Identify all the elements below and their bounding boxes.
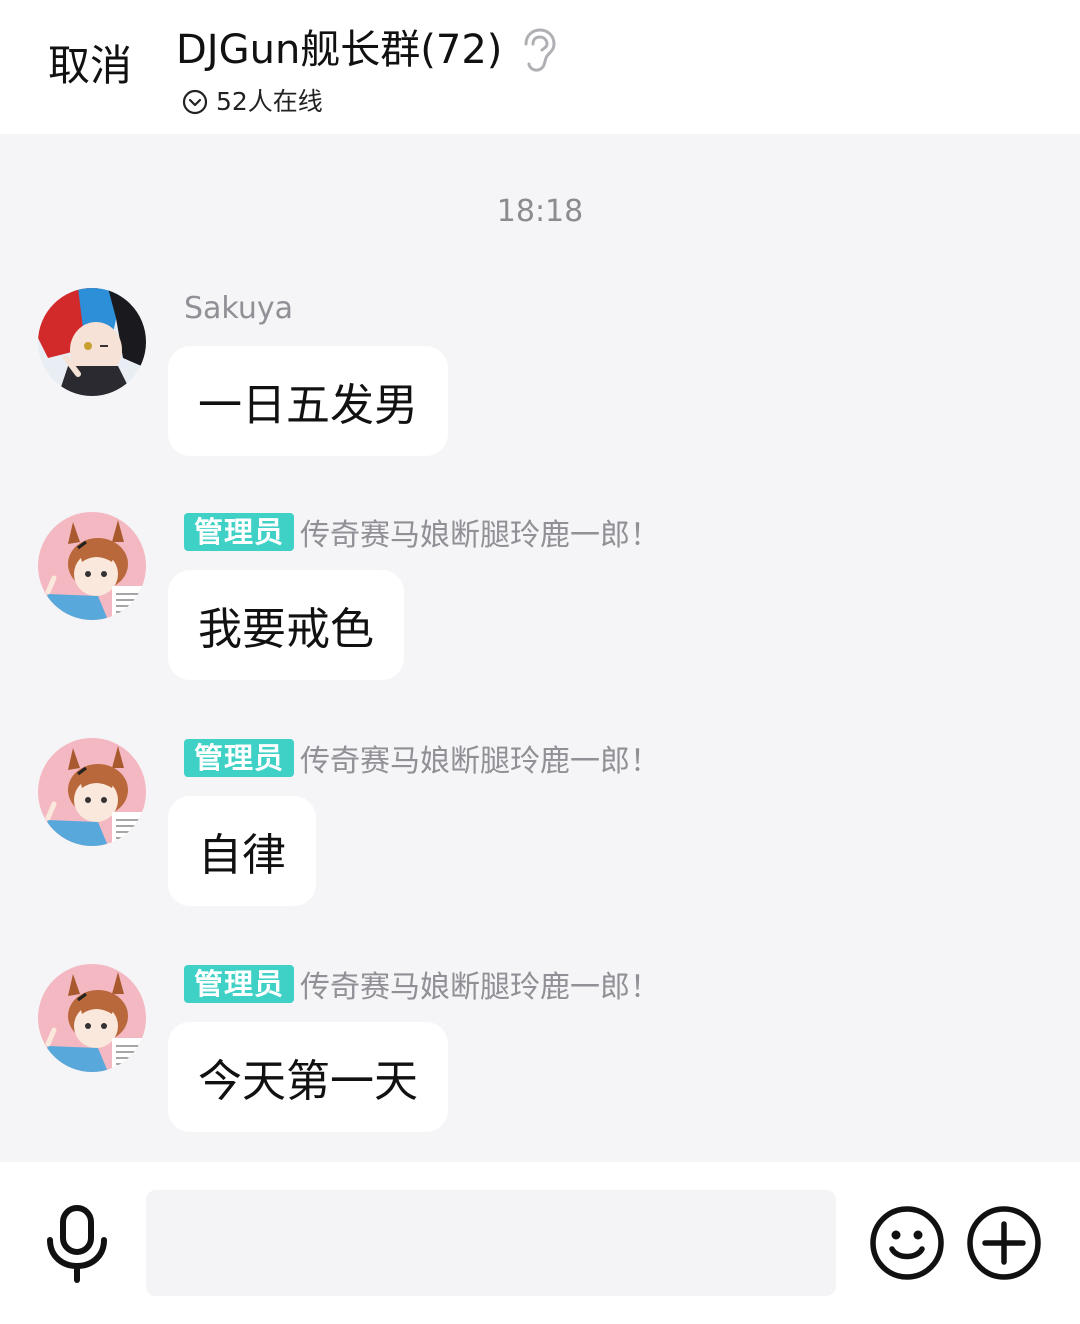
sender-name[interactable]: 传奇赛马娘断腿玲鹿一郎！	[300, 510, 660, 554]
group-title[interactable]: DJGun舰长群(72)	[176, 24, 502, 76]
input-bar	[0, 1162, 1080, 1324]
admin-badge: 管理员	[184, 513, 295, 551]
cancel-button[interactable]: 取消	[48, 38, 132, 94]
avatar[interactable]	[38, 964, 146, 1072]
avatar[interactable]	[38, 738, 146, 846]
time-divider: 18:18	[496, 194, 584, 229]
smiley-icon[interactable]	[868, 1204, 946, 1282]
message-bubble[interactable]: 自律	[168, 796, 316, 906]
online-status[interactable]: 52人在线	[176, 84, 558, 120]
title-block[interactable]: DJGun舰长群(72) 52人在线	[176, 24, 558, 120]
message-bubble[interactable]: 我要戒色	[168, 570, 404, 680]
online-count: 52人在线	[216, 87, 323, 116]
sender-name[interactable]: 传奇赛马娘断腿玲鹿一郎！	[300, 962, 660, 1006]
sender-name[interactable]: 传奇赛马娘断腿玲鹿一郎！	[300, 736, 660, 780]
admin-badge: 管理员	[184, 739, 295, 777]
sender-row: 管理员 传奇赛马娘断腿玲鹿一郎！	[184, 962, 660, 1006]
chat-header: 取消 DJGun舰长群(72) 52人在线	[0, 0, 1080, 134]
sender-row: Sakuya	[184, 288, 293, 328]
avatar[interactable]	[38, 288, 146, 396]
message-bubble[interactable]: 一日五发男	[168, 346, 448, 456]
sender-row: 管理员 传奇赛马娘断腿玲鹿一郎！	[184, 736, 660, 780]
ear-icon[interactable]	[518, 28, 558, 72]
message-input[interactable]	[146, 1190, 836, 1296]
plus-circle-icon[interactable]	[965, 1204, 1043, 1282]
chevron-down-circle-icon	[182, 89, 208, 115]
message-bubble[interactable]: 今天第一天	[168, 1022, 448, 1132]
sender-row: 管理员 传奇赛马娘断腿玲鹿一郎！	[184, 510, 660, 554]
microphone-icon[interactable]	[40, 1204, 114, 1284]
avatar[interactable]	[38, 512, 146, 620]
admin-badge: 管理员	[184, 965, 295, 1003]
sender-name[interactable]: Sakuya	[184, 291, 293, 326]
